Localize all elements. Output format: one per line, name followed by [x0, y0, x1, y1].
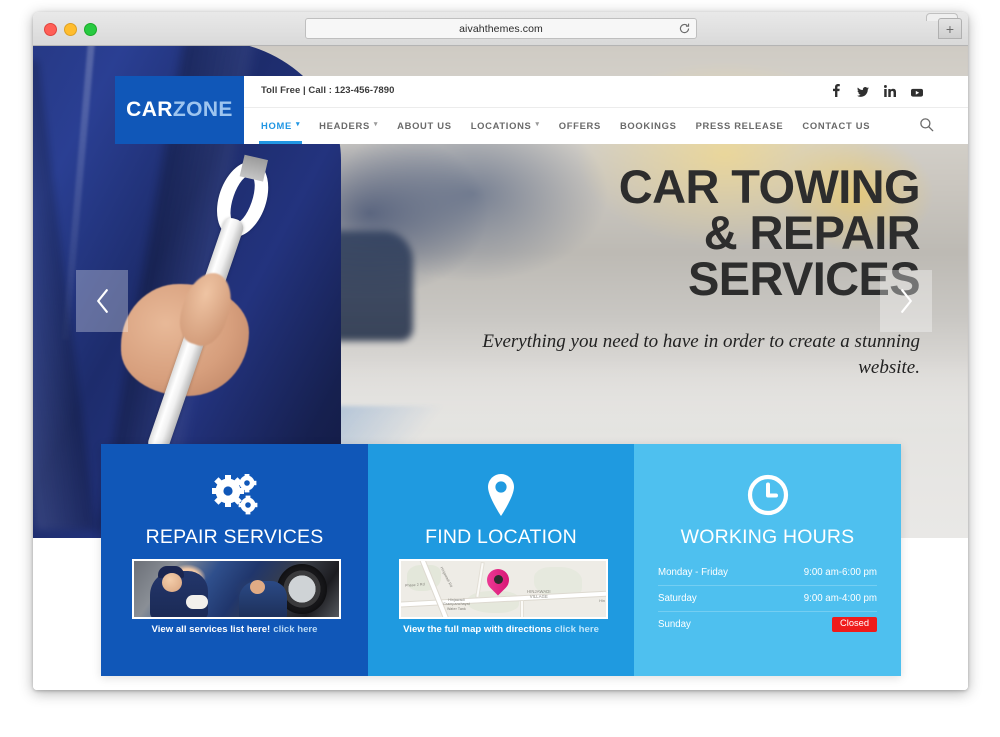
map-label-edge: Hin: [599, 599, 605, 603]
find-location-cta-text: View the full map with directions: [403, 624, 552, 635]
working-hours-value: 9:00 am-6:00 pm: [803, 567, 877, 578]
page-title: CAR TOWING & REPAIR SERVICES: [450, 163, 921, 302]
map-pin-icon: [368, 474, 634, 516]
logo-text: CARZONE: [126, 98, 233, 122]
new-tab-button[interactable]: +: [938, 18, 962, 39]
site-header: Toll Free | Call : 123-456-7890 HOME ▾ H…: [244, 76, 968, 144]
find-location-cta[interactable]: View the full map with directions click h…: [368, 624, 634, 635]
site-logo[interactable]: CARZONE: [115, 76, 244, 144]
header-topbar: Toll Free | Call : 123-456-7890: [244, 76, 968, 108]
nav-label-contact-us: CONTACT US: [802, 119, 871, 131]
map-marker-pin[interactable]: [482, 564, 514, 599]
working-hours-day: Sunday: [658, 619, 691, 630]
map-label-water-tank: Hinjawadi Grampanchayat Water Tank: [443, 597, 470, 611]
mechanic-glove: [186, 595, 208, 609]
clock-icon: [634, 474, 901, 516]
working-hours-table: Monday - Friday 9:00 am-6:00 pm Saturday…: [658, 560, 877, 637]
screenshot-root: aivahthemes.com + CAR TOWING & REPAIR SE…: [0, 0, 1000, 737]
logo-text-zone: ZONE: [172, 98, 233, 121]
hero-copy: CAR TOWING & REPAIR SERVICES Everything …: [450, 163, 921, 380]
reload-icon[interactable]: [678, 22, 691, 35]
slider-prev-button[interactable]: [76, 270, 128, 332]
nav-label-press-release: PRESS RELEASE: [695, 119, 784, 131]
phone-label: Toll Free | Call : 123-456-7890: [261, 85, 395, 96]
browser-titlebar: aivahthemes.com +: [33, 12, 968, 46]
chevron-down-icon: ▾: [535, 121, 540, 128]
page-viewport: CAR TOWING & REPAIR SERVICES Everything …: [33, 46, 968, 690]
card-repair-services[interactable]: REPAIR SERVICES View all services list h…: [101, 444, 368, 676]
nav-item-locations[interactable]: LOCATIONS ▾: [471, 120, 540, 133]
nav-label-headers: HEADERS: [319, 119, 370, 131]
card-title-working-hours: WORKING HOURS: [680, 526, 855, 548]
nav-label-offers: OFFERS: [558, 119, 601, 131]
working-hours-row: Sunday Closed: [658, 612, 877, 637]
feature-cards: REPAIR SERVICES View all services list h…: [101, 444, 901, 676]
map-label-hinjawadi-rd: Hinjawadi Rd: [439, 566, 454, 589]
working-hours-row: Monday - Friday 9:00 am-6:00 pm: [658, 560, 877, 586]
nav-item-offers[interactable]: OFFERS: [559, 120, 601, 133]
linkedin-icon[interactable]: [884, 84, 896, 97]
url-text: aivahthemes.com: [459, 22, 543, 35]
nav-item-press-release[interactable]: PRESS RELEASE: [696, 120, 784, 133]
address-bar[interactable]: aivahthemes.com: [305, 18, 697, 39]
nav-item-bookings[interactable]: BOOKINGS: [620, 120, 677, 133]
card-title-find-location: FIND LOCATION: [425, 526, 577, 548]
repair-services-cta[interactable]: View all services list here! click here: [101, 624, 368, 635]
nav-item-home[interactable]: HOME ▾: [258, 119, 303, 144]
slider-next-button[interactable]: [880, 270, 932, 332]
repair-services-cta-link[interactable]: click here: [273, 624, 317, 635]
card-working-hours[interactable]: WORKING HOURS Monday - Friday 9:00 am-6:…: [634, 444, 901, 676]
hero-title-line-1: CAR TOWING: [618, 160, 921, 213]
nav-label-home: HOME: [261, 119, 292, 131]
twitter-icon[interactable]: [857, 84, 869, 97]
main-navigation: HOME ▾ HEADERS ▾ ABOUT US LOCATIONS ▾ OF…: [258, 119, 870, 144]
location-map-thumbnail[interactable]: Phase 2 Rd Hinjawadi Rd HINJAWADI VILLAG…: [399, 559, 608, 619]
social-links: [830, 84, 923, 97]
working-hours-day: Saturday: [658, 593, 697, 604]
card-find-location[interactable]: FIND LOCATION Phase 2 Rd Hinjawadi Rd HI…: [368, 444, 634, 676]
facebook-icon[interactable]: [830, 84, 842, 97]
close-button[interactable]: [44, 23, 57, 36]
repair-photo-scene: [134, 561, 339, 617]
search-icon[interactable]: [919, 117, 934, 132]
find-location-cta-link[interactable]: click here: [555, 624, 599, 635]
card-title-repair-services: REPAIR SERVICES: [145, 526, 324, 548]
working-hours-value: 9:00 am-4:00 pm: [803, 593, 877, 604]
chevron-down-icon: ▾: [295, 121, 301, 128]
logo-text-car: CAR: [126, 98, 173, 121]
nav-label-about-us: ABOUT US: [397, 119, 452, 131]
header-navbar: HOME ▾ HEADERS ▾ ABOUT US LOCATIONS ▾ OF…: [244, 108, 968, 144]
hero-title-line-2: & REPAIR: [703, 206, 921, 260]
gears-icon: [101, 474, 368, 516]
hero-subtitle: Everything you need to have in order to …: [482, 331, 920, 378]
working-hours-day: Monday - Friday: [658, 567, 728, 578]
map-label-hinjawadi-village: HINJAWADI VILLAGE: [527, 589, 551, 600]
nav-label-locations: LOCATIONS: [470, 119, 532, 131]
nav-item-about-us[interactable]: ABOUT US: [397, 120, 452, 133]
map-canvas: Phase 2 Rd Hinjawadi Rd HINJAWADI VILLAG…: [401, 561, 606, 617]
youtube-icon[interactable]: [911, 84, 923, 97]
chevron-down-icon: ▾: [373, 121, 379, 128]
mechanic-face-left: [162, 573, 182, 592]
window-controls: [44, 23, 97, 36]
repair-services-photo: [132, 559, 341, 619]
mechanic-face-right: [250, 580, 265, 594]
zoom-button[interactable]: [84, 23, 97, 36]
nav-item-contact-us[interactable]: CONTACT US: [802, 120, 870, 133]
browser-window: aivahthemes.com + CAR TOWING & REPAIR SE…: [33, 12, 968, 690]
status-badge: Closed: [832, 617, 877, 632]
nav-item-headers[interactable]: HEADERS ▾: [319, 120, 378, 133]
working-hours-row: Saturday 9:00 am-4:00 pm: [658, 586, 877, 612]
map-marker-hole: [493, 575, 503, 584]
nav-label-bookings: BOOKINGS: [619, 119, 677, 131]
repair-services-cta-text: View all services list here!: [151, 624, 271, 635]
minimize-button[interactable]: [64, 23, 77, 36]
map-road-minor-2: [521, 601, 523, 617]
